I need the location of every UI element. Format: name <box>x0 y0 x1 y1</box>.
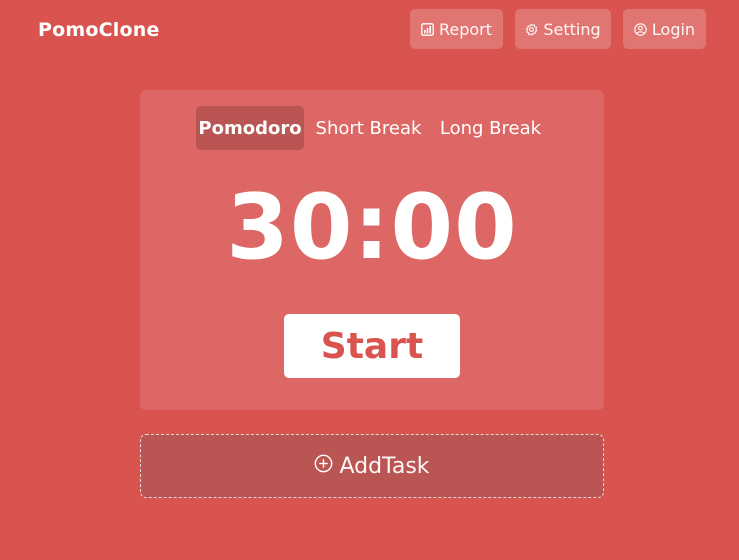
login-button[interactable]: Login <box>623 9 706 49</box>
add-task-label: AddTask <box>339 453 430 479</box>
report-label: Report <box>438 19 493 39</box>
setting-label: Setting <box>543 19 601 39</box>
app-logo[interactable]: PomoClone <box>38 18 160 42</box>
user-circle-icon <box>634 22 647 36</box>
plus-circle-icon <box>314 454 333 479</box>
report-chart-icon <box>421 22 434 36</box>
timer-display: 30:00 <box>226 175 518 280</box>
report-button[interactable]: Report <box>410 9 503 49</box>
gear-icon <box>525 23 538 36</box>
setting-button[interactable]: Setting <box>515 9 611 49</box>
timer-card: Pomodoro Short Break Long Break 30:00 St… <box>140 90 604 410</box>
tab-short-break[interactable]: Short Break <box>310 106 427 150</box>
start-button[interactable]: Start <box>284 314 460 378</box>
tab-pomodoro[interactable]: Pomodoro <box>196 106 304 150</box>
add-task-button[interactable]: AddTask <box>140 434 604 498</box>
tab-long-break[interactable]: Long Break <box>433 106 548 150</box>
login-label: Login <box>651 19 696 39</box>
